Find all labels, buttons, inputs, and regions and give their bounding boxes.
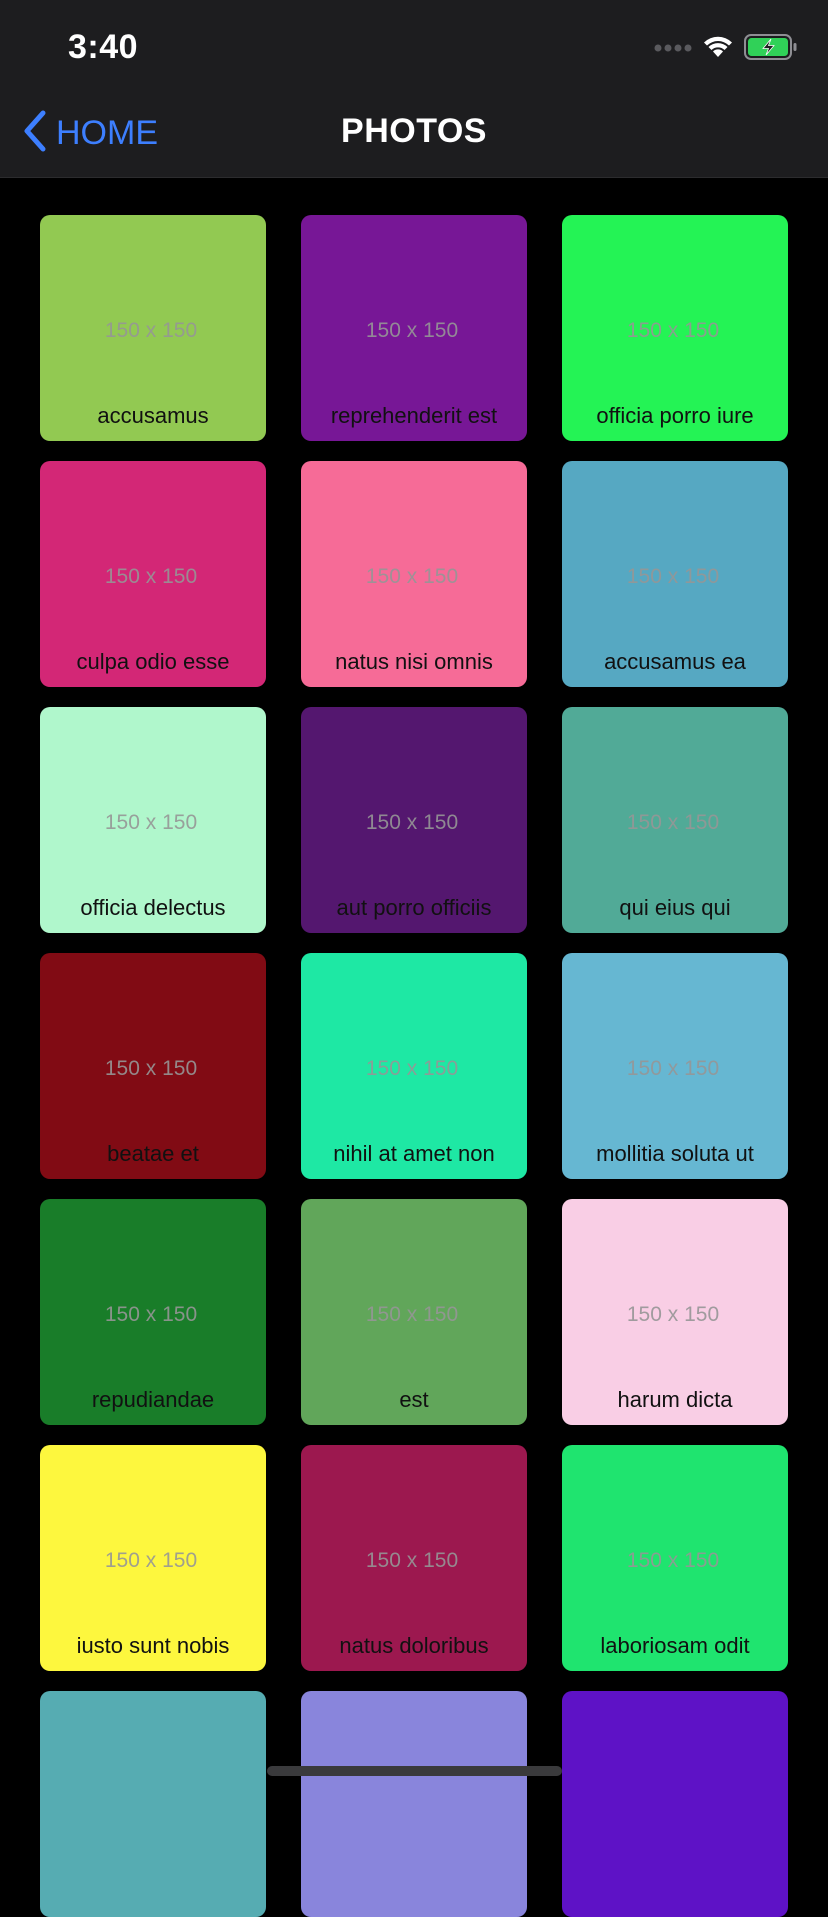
photo-title: natus nisi omnis [335, 649, 493, 674]
photo-placeholder-label: 150 x 150 [365, 1057, 459, 1080]
status-bar: 3:40 [0, 0, 828, 88]
photo-tile[interactable]: 150 x 150 repudiandae [40, 1199, 266, 1425]
photo-placeholder-label: 150 x 150 [365, 565, 459, 588]
photo-title: repudiandae [91, 1387, 215, 1412]
photo-placeholder-label: 150 x 150 [626, 565, 720, 588]
battery-charging-icon [744, 33, 798, 65]
photo-placeholder-label: 150 x 150 [104, 1549, 198, 1572]
photo-placeholder-label: 150 x 150 [626, 1057, 720, 1080]
photo-tile[interactable]: 150 x 150 mollitia soluta ut [562, 953, 788, 1179]
photo-tile[interactable] [301, 1691, 527, 1917]
photo-placeholder-label: 150 x 150 [104, 319, 198, 342]
photo-title: beatae et [107, 1141, 199, 1166]
photo-title: mollitia soluta ut [596, 1141, 754, 1166]
photo-title: culpa odio esse [76, 649, 230, 674]
photo-tile[interactable]: 150 x 150 nihil at amet non [301, 953, 527, 1179]
home-indicator[interactable] [267, 1766, 562, 1776]
photo-placeholder-label: 150 x 150 [365, 1549, 459, 1572]
photo-placeholder-label: 150 x 150 [626, 1303, 720, 1326]
photo-placeholder-label: 150 x 150 [365, 811, 459, 834]
photo-placeholder-label: 150 x 150 [104, 1303, 198, 1326]
photo-title: natus doloribus [339, 1633, 489, 1658]
photo-placeholder-label: 150 x 150 [104, 1057, 198, 1080]
photo-tile[interactable]: 150 x 150 harum dicta [562, 1199, 788, 1425]
photo-tile[interactable]: 150 x 150 natus doloribus [301, 1445, 527, 1671]
photo-placeholder-label: 150 x 150 [626, 319, 720, 342]
photo-title: reprehenderit est [330, 403, 498, 428]
photo-tile[interactable]: 150 x 150 officia delectus [40, 707, 266, 933]
photo-tile[interactable]: 150 x 150 reprehenderit est [301, 215, 527, 441]
photo-tile[interactable]: 150 x 150 accusamus [40, 215, 266, 441]
photo-tile[interactable] [40, 1691, 266, 1917]
photo-title: officia delectus [80, 895, 226, 920]
photo-title: accusamus [97, 403, 209, 428]
photo-placeholder-label: 150 x 150 [365, 1303, 459, 1326]
photo-title: harum dicta [617, 1387, 733, 1412]
photo-tile[interactable] [562, 1691, 788, 1917]
photo-title: iusto sunt nobis [76, 1633, 230, 1658]
photo-tile[interactable]: 150 x 150 laboriosam odit [562, 1445, 788, 1671]
photo-title: nihil at amet non [333, 1141, 495, 1166]
photo-title: est [399, 1387, 429, 1412]
photo-tile[interactable]: 150 x 150 aut porro officiis [301, 707, 527, 933]
status-time: 3:40 [68, 28, 139, 66]
photo-tile[interactable]: 150 x 150 natus nisi omnis [301, 461, 527, 687]
photo-grid: 150 x 150 accusamus 150 x 150 reprehenderit… [40, 215, 788, 1917]
photo-title: aut porro officiis [336, 895, 492, 920]
photo-title: laboriosam odit [600, 1633, 750, 1658]
photo-title: qui eius qui [619, 895, 731, 920]
navigation-bar: HOME PHOTOS [0, 88, 828, 178]
photo-tile[interactable]: 150 x 150 est [301, 1199, 527, 1425]
wifi-icon [702, 35, 734, 64]
photo-tile[interactable]: 150 x 150 culpa odio esse [40, 461, 266, 687]
photo-placeholder-label: 150 x 150 [104, 565, 198, 588]
photo-tile[interactable]: 150 x 150 beatae et [40, 953, 266, 1179]
photo-tile[interactable]: 150 x 150 iusto sunt nobis [40, 1445, 266, 1671]
photo-tile[interactable]: 150 x 150 accusamus ea [562, 461, 788, 687]
photo-placeholder-label: 150 x 150 [626, 811, 720, 834]
status-icons [654, 33, 798, 65]
photo-tile[interactable]: 150 x 150 qui eius qui [562, 707, 788, 933]
photo-placeholder-label: 150 x 150 [626, 1549, 720, 1572]
photo-title: officia porro iure [596, 403, 754, 428]
page-title: PHOTOS [341, 112, 487, 150]
signal-dots-icon [654, 40, 692, 58]
photo-placeholder-label: 150 x 150 [104, 811, 198, 834]
photo-title: accusamus ea [604, 649, 746, 674]
photo-placeholder-label: 150 x 150 [365, 319, 459, 342]
photo-tile[interactable]: 150 x 150 officia porro iure [562, 215, 788, 441]
